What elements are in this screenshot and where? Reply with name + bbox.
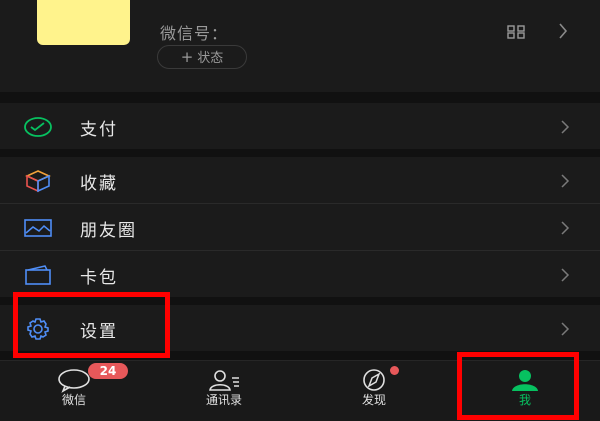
annotation-box-me-tab xyxy=(457,352,579,420)
chevron-right-icon xyxy=(559,23,568,39)
contacts-icon xyxy=(209,370,239,391)
avatar[interactable] xyxy=(37,0,130,45)
unread-badge: 24 xyxy=(88,363,128,379)
cube-icon xyxy=(25,170,51,193)
menu-item-label: 卡包 xyxy=(80,268,118,288)
plus-icon: + xyxy=(180,48,194,66)
chevron-right-icon xyxy=(561,120,570,134)
wechat-id-label: 微信号： xyxy=(160,24,229,43)
compass-icon xyxy=(363,369,385,391)
chevron-right-icon xyxy=(561,322,570,336)
chevron-right-icon xyxy=(561,174,570,188)
annotation-box-settings xyxy=(13,292,170,358)
card-wallet-icon xyxy=(25,265,51,285)
menu-item-favorites[interactable]: 收藏 xyxy=(0,157,600,203)
new-dot-badge xyxy=(390,366,399,375)
status-button[interactable]: + 状态 xyxy=(157,45,247,69)
picture-icon xyxy=(24,219,52,237)
menu-item-label: 收藏 xyxy=(80,174,118,194)
chevron-right-icon xyxy=(561,268,570,282)
menu-item-label: 朋友圈 xyxy=(80,221,137,241)
menu-item-label: 支付 xyxy=(80,120,118,140)
tab-contacts[interactable]: 通讯录 xyxy=(164,361,284,421)
tab-label: 发现 xyxy=(361,393,386,407)
menu-item-pay[interactable]: 支付 xyxy=(0,103,600,149)
status-label: 状态 xyxy=(197,51,224,66)
tab-label: 通讯录 xyxy=(205,393,242,407)
qr-code-icon[interactable] xyxy=(507,25,525,39)
tab-label: 微信 xyxy=(61,393,86,407)
menu-item-moments[interactable]: 朋友圈 xyxy=(0,204,600,250)
chat-bubble-icon xyxy=(58,369,90,393)
menu-item-cards[interactable]: 卡包 xyxy=(0,251,600,297)
wallet-check-icon xyxy=(24,117,52,137)
tab-discover[interactable]: 发现 xyxy=(314,361,434,421)
profile-header[interactable]: 微信号： + 状态 xyxy=(0,0,600,92)
chevron-right-icon xyxy=(561,221,570,235)
